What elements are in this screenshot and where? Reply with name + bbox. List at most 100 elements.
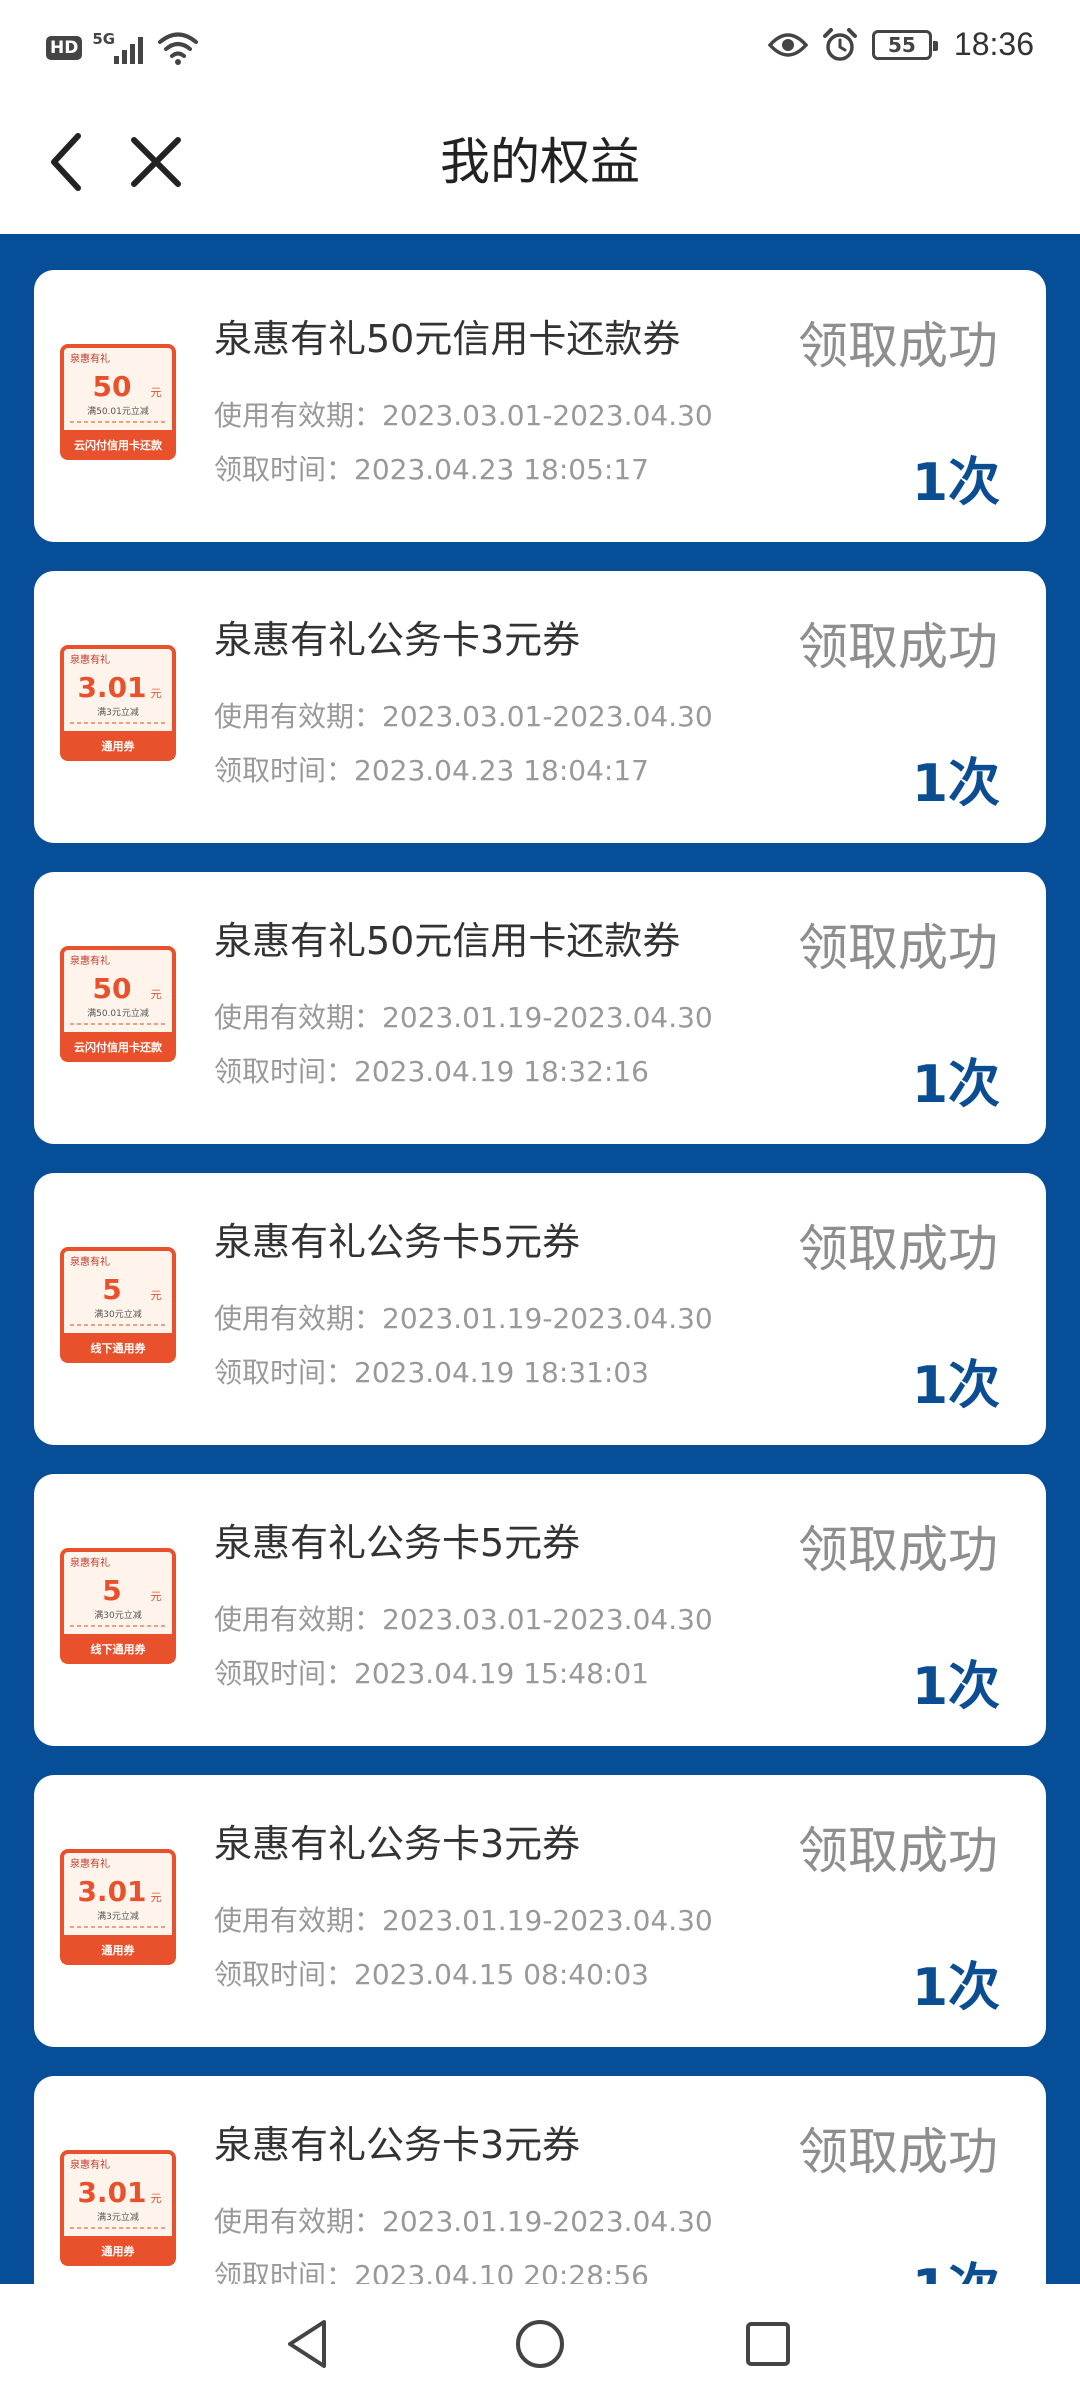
coupon-condition: 满50.01元立减 bbox=[87, 405, 149, 417]
claim-status: 领取成功 bbox=[798, 1521, 998, 1579]
validity-period: 使用有效期：2023.01.19-2023.04.30 bbox=[214, 2205, 713, 2238]
claim-time: 领取时间：2023.04.19 18:31:03 bbox=[214, 1356, 649, 1389]
coupon-value: 5 bbox=[102, 1273, 121, 1306]
coupon-value: 3.01 bbox=[77, 2176, 146, 2209]
coupon-value: 50 bbox=[93, 972, 132, 1005]
benefit-title: 泉惠有礼公务卡3元券 bbox=[214, 1822, 581, 1866]
benefit-card[interactable]: 泉惠有礼 3.01 元满3元立减 通用券 泉惠有礼公务卡3元券 使用有效期：2023.01… bbox=[34, 1775, 1046, 2047]
claim-status: 领取成功 bbox=[798, 2123, 998, 2181]
benefit-card[interactable]: 泉惠有礼 3.01 元满3元立减通用券 泉惠有礼公务卡3元券使用有效期：2023.01… bbox=[34, 2076, 1046, 2284]
claim-status: 领取成功 bbox=[798, 919, 998, 977]
validity-period: 使用有效期：2023.03.01-2023.04.30 bbox=[214, 700, 713, 733]
coupon-condition: 满3元立减 bbox=[97, 706, 139, 718]
coupon-value: 50 bbox=[93, 370, 132, 403]
benefit-title: 泉惠有礼公务卡5元券 bbox=[214, 1521, 581, 1565]
validity-period: 使用有效期：2023.01.19-2023.04.30 bbox=[214, 1904, 713, 1937]
coupon-footer: 云闪付信用卡还款 bbox=[74, 1040, 163, 1054]
page-title: 我的权益 bbox=[440, 133, 640, 191]
coupon-condition: 满50.01元立减 bbox=[87, 1007, 149, 1019]
claim-count: 1次 bbox=[912, 2246, 1000, 2284]
battery-level: 55 bbox=[888, 32, 916, 57]
coupon-icon: 泉惠有礼 3.01 元满3元立减通用券 bbox=[60, 1849, 176, 1965]
coupon-header: 泉惠有礼 bbox=[70, 954, 110, 967]
benefits-list: 泉惠有礼 50 元满50.01元立减 云闪付信用卡还款 泉惠有礼50元信用卡还款券 使用有… bbox=[0, 234, 1080, 2284]
coupon-header: 泉惠有礼 bbox=[70, 1556, 110, 1569]
coupon-unit: 元 bbox=[151, 687, 162, 700]
coupon-footer: 云闪付信用卡还款 bbox=[74, 438, 163, 452]
coupon-unit: 元 bbox=[151, 988, 162, 1001]
status-right: 55 18:36 bbox=[767, 26, 1034, 63]
claim-time: 领取时间：2023.04.19 18:32:16 bbox=[214, 1055, 649, 1088]
status-time: 18:36 bbox=[953, 26, 1034, 62]
claim-time: 领取时间：2023.04.10 20:28:56 bbox=[214, 2259, 649, 2284]
coupon-value: 3.01 bbox=[77, 671, 146, 704]
coupon-icon: 泉惠有礼 3.01 元满3元立减通用券 bbox=[60, 2150, 176, 2266]
coupon-header: 泉惠有礼 bbox=[70, 2158, 110, 2171]
coupon-condition: 满3元立减 bbox=[97, 2211, 139, 2223]
coupon-unit: 元 bbox=[151, 1891, 162, 1904]
claim-count: 1次 bbox=[911, 1356, 1000, 1416]
benefit-title: 泉惠有礼50元信用卡还款券 bbox=[214, 317, 681, 361]
coupon-icon: 泉惠有礼 50 元满50.01元立减云闪付信用卡还款 bbox=[60, 946, 176, 1062]
coupon-condition: 满3元立减 bbox=[97, 1910, 139, 1922]
claim-count: 1次 bbox=[911, 754, 1000, 814]
home-circle-icon bbox=[516, 2320, 564, 2368]
system-nav-bar bbox=[0, 2284, 1080, 2400]
coupon-footer: 线下通用券 bbox=[91, 1341, 147, 1355]
coupon-icon: 泉惠有礼 5 元满30元立减线下通用券 bbox=[60, 1548, 176, 1664]
alarm-icon bbox=[822, 27, 857, 61]
coupon-header: 泉惠有礼 bbox=[70, 1857, 110, 1870]
coupon-footer: 通用券 bbox=[102, 2244, 136, 2258]
validity-period: 使用有效期：2023.03.01-2023.04.30 bbox=[214, 1603, 713, 1636]
claim-status: 领取成功 bbox=[798, 1822, 998, 1880]
benefit-card[interactable]: 泉惠有礼 5 元满30元立减 线下通用券 泉惠有礼公务卡5元券使用有效期：2023.03… bbox=[34, 1474, 1046, 1746]
coupon-header: 泉惠有礼 bbox=[70, 1255, 110, 1268]
hd-icon: HD bbox=[46, 36, 83, 60]
signal-icon: 5G bbox=[92, 30, 148, 66]
claim-status: 领取成功 bbox=[798, 1220, 998, 1278]
coupon-header: 泉惠有礼 bbox=[70, 653, 110, 666]
coupon-footer: 线下通用券 bbox=[91, 1642, 147, 1656]
benefit-card[interactable]: 泉惠有礼 50 元满50.01元立减云闪付信用卡还款 泉惠有礼50元信用卡还款券使用有… bbox=[34, 872, 1046, 1144]
back-triangle-icon bbox=[288, 2320, 326, 2368]
coupon-unit: 元 bbox=[151, 386, 162, 399]
coupon-footer: 通用券 bbox=[102, 739, 136, 753]
network-type: 5G bbox=[92, 30, 116, 48]
claim-count: 1次 bbox=[911, 1958, 1000, 2018]
validity-period: 使用有效期：2023.03.01-2023.04.30 bbox=[214, 399, 713, 432]
benefit-title: 泉惠有礼公务卡3元券 bbox=[214, 2123, 581, 2167]
nav-back-button[interactable] bbox=[276, 2312, 340, 2376]
claim-time: 领取时间：2023.04.19 15:48:01 bbox=[214, 1657, 649, 1690]
claim-time: 领取时间：2023.04.15 08:40:03 bbox=[214, 1958, 649, 1991]
validity-period: 使用有效期：2023.01.19-2023.04.30 bbox=[214, 1302, 713, 1335]
coupon-icon: 泉惠有礼 50 元满50.01元立减云闪付信用卡还款 bbox=[60, 344, 176, 460]
claim-status: 领取成功 bbox=[798, 317, 998, 375]
benefit-title: 泉惠有礼公务卡5元券 bbox=[214, 1220, 581, 1264]
validity-period: 使用有效期：2023.01.19-2023.04.30 bbox=[214, 1001, 713, 1034]
claim-count: 1次 bbox=[911, 453, 1000, 513]
benefit-card[interactable]: 泉惠有礼 5 元满30元立减 线下通用券 泉惠有礼公务卡5元券使用有效期：2023.01… bbox=[34, 1173, 1046, 1445]
recents-square-icon bbox=[746, 2322, 790, 2366]
status-left: HD 5G bbox=[46, 30, 199, 66]
coupon-unit: 元 bbox=[151, 1590, 162, 1603]
coupon-icon: 泉惠有礼 5 元满30元立减线下通用券 bbox=[60, 1247, 176, 1363]
coupon-unit: 元 bbox=[151, 2192, 162, 2205]
coupon-value: 5 bbox=[102, 1574, 121, 1607]
claim-count: 1次 bbox=[911, 1055, 1000, 1115]
claim-time: 领取时间：2023.04.23 18:05:17 bbox=[214, 453, 649, 486]
nav-home-button[interactable] bbox=[508, 2312, 572, 2376]
nav-recents-button[interactable] bbox=[736, 2312, 800, 2376]
benefit-card[interactable]: 泉惠有礼 50 元满50.01元立减 云闪付信用卡还款 泉惠有礼50元信用卡还款券 使用有… bbox=[34, 270, 1046, 542]
app-header: 我的权益 bbox=[0, 96, 1080, 234]
wifi-icon bbox=[158, 32, 199, 65]
coupon-value: 3.01 bbox=[77, 1875, 146, 1908]
benefit-title: 泉惠有礼50元信用卡还款券 bbox=[214, 919, 681, 963]
coupon-unit: 元 bbox=[151, 1289, 162, 1302]
coupon-condition: 满30元立减 bbox=[94, 1308, 141, 1320]
claim-count: 1次 bbox=[911, 1657, 1000, 1717]
benefit-title: 泉惠有礼公务卡3元券 bbox=[214, 618, 581, 662]
coupon-icon: 泉惠有礼 3.01 元满3元立减通用券 bbox=[60, 645, 176, 761]
benefit-card[interactable]: 泉惠有礼 3.01 元满3元立减通用券 泉惠有礼公务卡3元券使用有效期：2023.03… bbox=[34, 571, 1046, 843]
coupon-condition: 满30元立减 bbox=[94, 1609, 141, 1621]
status-bar: HD 5G 55 18:36 bbox=[0, 0, 1080, 96]
